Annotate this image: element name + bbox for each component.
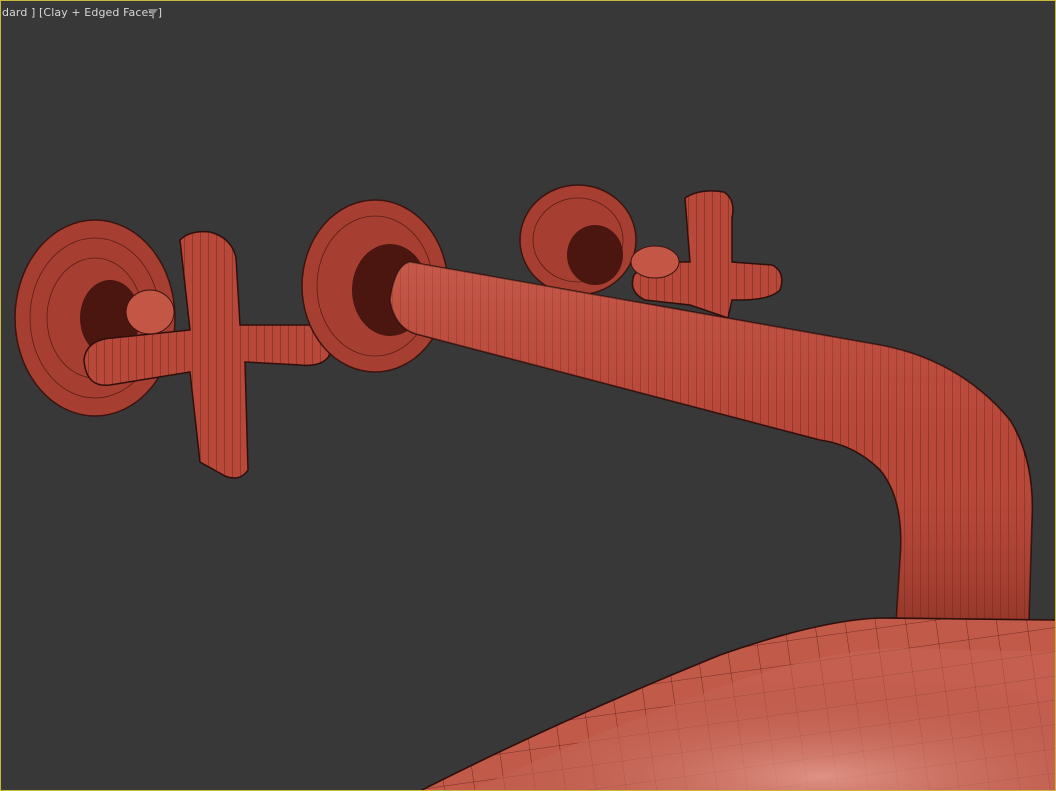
- basin[interactable]: [419, 617, 1056, 791]
- filter-icon[interactable]: [147, 8, 159, 20]
- right-handle-cross[interactable]: [630, 190, 783, 319]
- viewport-label[interactable]: dard ] [Clay + Edged Faces ]: [2, 6, 162, 19]
- right-rosette[interactable]: [519, 184, 637, 296]
- viewport-perspective[interactable]: dard ] [Clay + Edged Faces ]: [0, 0, 1056, 791]
- scene-render[interactable]: [0, 0, 1056, 791]
- spout-pipe[interactable]: [389, 261, 1034, 669]
